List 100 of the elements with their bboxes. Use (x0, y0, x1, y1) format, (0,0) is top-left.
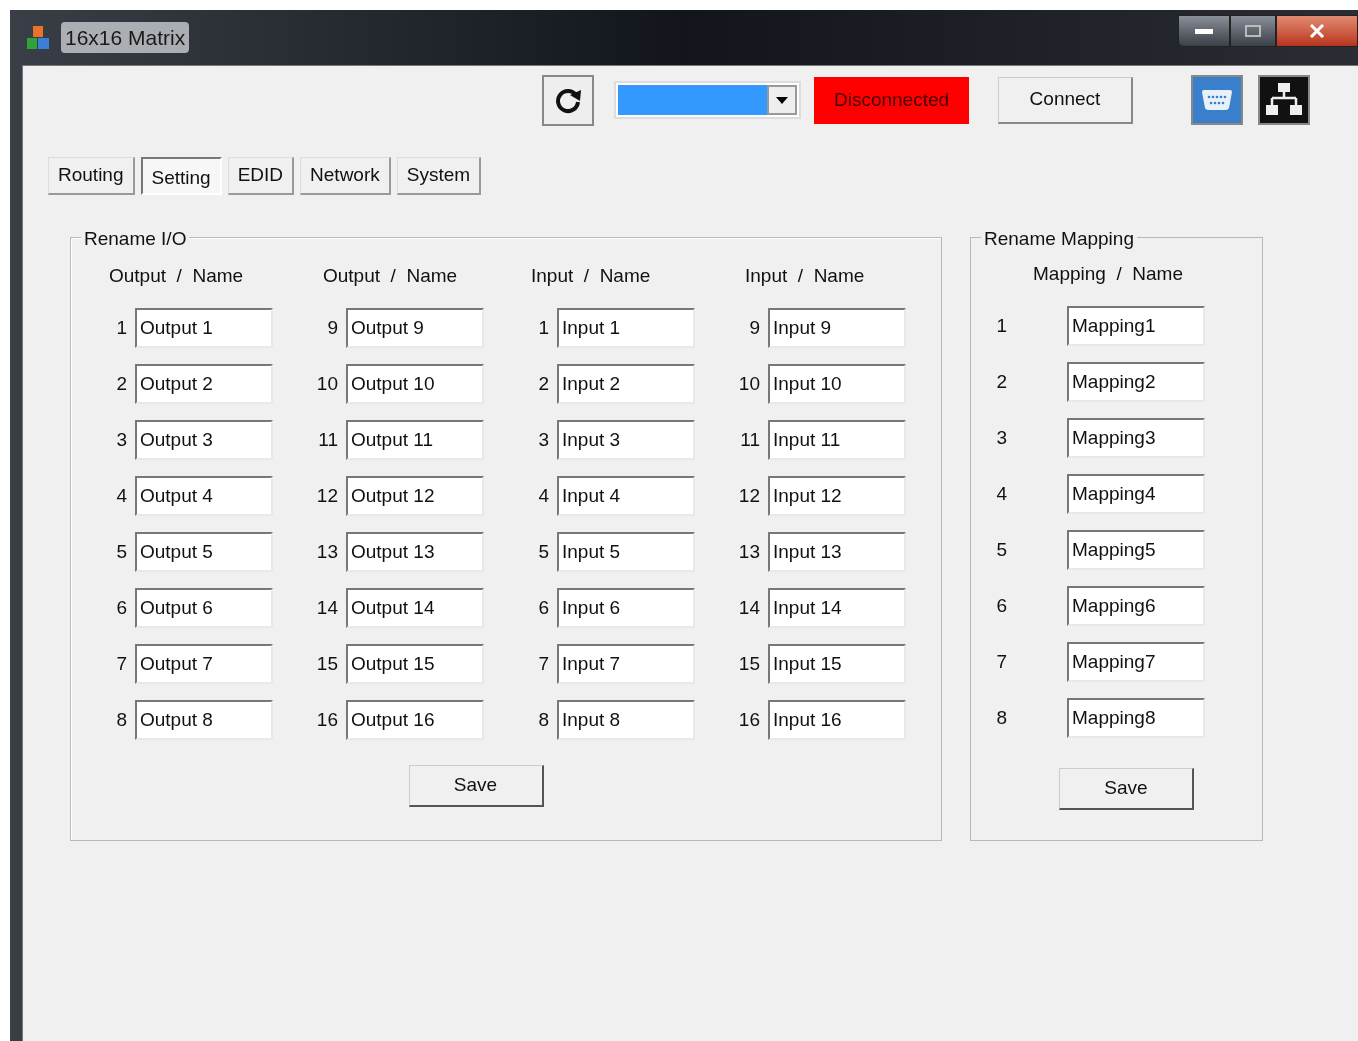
row-number: 2 (995, 369, 1008, 394)
name-field[interactable]: Input 12 (768, 476, 906, 516)
name-field[interactable]: Output 7 (135, 644, 273, 684)
tab[interactable]: Network (300, 157, 391, 195)
row-number: 9 (326, 315, 339, 340)
minimize-button[interactable] (1178, 15, 1230, 47)
name-field[interactable]: Mapping2 (1067, 362, 1205, 402)
row-number: 4 (995, 481, 1008, 506)
name-field[interactable]: Input 6 (557, 588, 695, 628)
app-icon (25, 24, 51, 51)
row-number: 15 (737, 651, 761, 676)
row-number: 11 (317, 427, 339, 452)
row-number: 1 (537, 315, 550, 340)
close-icon (1309, 24, 1325, 38)
name-field[interactable]: Input 7 (557, 644, 695, 684)
name-field[interactable]: Input 16 (768, 700, 906, 740)
row-number: 3 (115, 427, 128, 452)
row-number: 14 (737, 595, 761, 620)
name-field[interactable]: Output 13 (346, 532, 484, 572)
network-button[interactable] (1258, 75, 1310, 125)
serial-port-button[interactable] (1191, 75, 1243, 125)
port-dropdown[interactable] (614, 81, 801, 119)
row-number: 7 (995, 649, 1008, 674)
tab[interactable]: System (396, 157, 482, 195)
caret-icon (776, 96, 788, 104)
row-number: 8 (995, 705, 1008, 730)
row-number: 1 (115, 315, 128, 340)
name-field[interactable]: Mapping7 (1067, 642, 1205, 682)
row-number: 2 (537, 371, 550, 396)
save-button[interactable]: Save (1059, 768, 1194, 810)
name-field[interactable]: Input 5 (557, 532, 695, 572)
row-number: 16 (315, 707, 339, 732)
name-field[interactable]: Input 11 (768, 420, 906, 460)
name-field[interactable]: Output 16 (346, 700, 484, 740)
row-number: 2 (115, 371, 128, 396)
minimize-icon (1195, 28, 1213, 34)
row-number: 15 (315, 651, 339, 676)
name-field[interactable]: Output 4 (135, 476, 273, 516)
name-field[interactable]: Input 9 (768, 308, 906, 348)
network-icon (1265, 82, 1303, 118)
name-field[interactable]: Output 12 (346, 476, 484, 516)
row-number: 12 (315, 483, 339, 508)
row-number: 16 (737, 707, 761, 732)
row-number: 6 (995, 593, 1008, 618)
name-field[interactable]: Input 8 (557, 700, 695, 740)
name-field[interactable]: Output 9 (346, 308, 484, 348)
name-field[interactable]: Mapping1 (1067, 306, 1205, 346)
row-number: 6 (115, 595, 128, 620)
serial-port-icon (1200, 89, 1234, 111)
name-field[interactable]: Input 15 (768, 644, 906, 684)
name-field[interactable]: Mapping6 (1067, 586, 1205, 626)
row-number: 3 (995, 425, 1008, 450)
row-number: 13 (737, 539, 761, 564)
row-number: 5 (537, 539, 550, 564)
name-field[interactable]: Input 2 (557, 364, 695, 404)
name-field[interactable]: Output 14 (346, 588, 484, 628)
close-button[interactable] (1276, 15, 1358, 47)
name-field[interactable]: Mapping3 (1067, 418, 1205, 458)
row-number: 8 (115, 707, 128, 732)
row-number: 11 (739, 427, 761, 452)
refresh-icon (553, 86, 583, 114)
name-field[interactable]: Output 15 (346, 644, 484, 684)
name-field[interactable]: Input 13 (768, 532, 906, 572)
row-number: 3 (537, 427, 550, 452)
name-field[interactable]: Mapping4 (1067, 474, 1205, 514)
name-field[interactable]: Mapping8 (1067, 698, 1205, 738)
maximize-icon (1245, 25, 1261, 37)
name-field[interactable]: Input 14 (768, 588, 906, 628)
name-field[interactable]: Output 2 (135, 364, 273, 404)
name-field[interactable]: Mapping5 (1067, 530, 1205, 570)
row-number: 8 (537, 707, 550, 732)
name-field[interactable]: Input 10 (768, 364, 906, 404)
row-number: 5 (995, 537, 1008, 562)
column-header: Input / Name (744, 264, 866, 288)
column-header: Output / Name (322, 264, 459, 288)
name-field[interactable]: Output 3 (135, 420, 273, 460)
row-number: 5 (115, 539, 128, 564)
row-number: 12 (737, 483, 761, 508)
name-field[interactable]: Output 8 (135, 700, 273, 740)
name-field[interactable]: Output 11 (346, 420, 484, 460)
name-field[interactable]: Input 3 (557, 420, 695, 460)
tab[interactable]: EDID (227, 157, 295, 195)
name-field[interactable]: Output 6 (135, 588, 273, 628)
window-title: 16x16 Matrix (61, 21, 190, 54)
column-header: Mapping / Name (1032, 262, 1184, 286)
save-button[interactable]: Save (408, 765, 544, 807)
name-field[interactable]: Output 5 (135, 532, 273, 572)
name-field[interactable]: Output 1 (135, 308, 273, 348)
connect-button[interactable]: Connect (998, 76, 1133, 124)
row-number: 6 (537, 595, 550, 620)
name-field[interactable]: Input 1 (557, 308, 695, 348)
refresh-button[interactable] (542, 74, 594, 126)
tab[interactable]: Setting (140, 157, 222, 195)
row-number: 7 (537, 651, 550, 676)
row-number: 1 (995, 313, 1008, 338)
tab[interactable]: Routing (48, 157, 135, 195)
name-field[interactable]: Input 4 (557, 476, 695, 516)
column-header: Input / Name (530, 264, 652, 288)
name-field[interactable]: Output 10 (346, 364, 484, 404)
maximize-button[interactable] (1230, 15, 1276, 47)
